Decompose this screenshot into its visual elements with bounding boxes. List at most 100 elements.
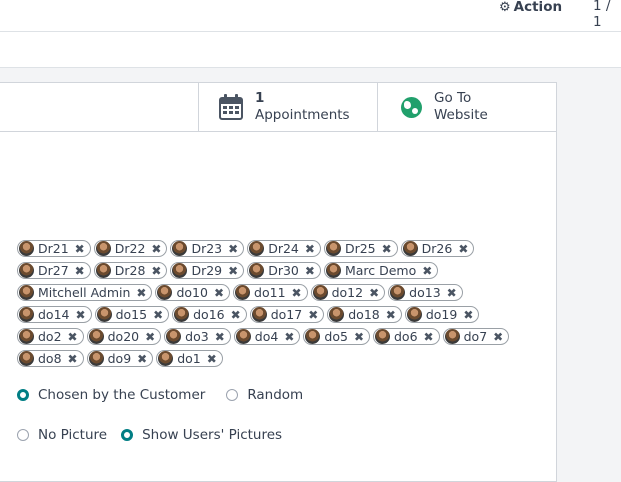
user-tag[interactable]: do19 ✖ — [404, 306, 480, 323]
user-tag-label: do15 — [115, 307, 148, 322]
appointments-count: 1 — [255, 90, 265, 106]
show-pictures-option[interactable]: Show Users' Pictures — [121, 427, 282, 443]
remove-tag-icon[interactable]: ✖ — [136, 286, 146, 300]
user-tag-label: do20 — [107, 329, 140, 344]
remove-tag-icon[interactable]: ✖ — [308, 308, 318, 322]
user-tag[interactable]: do5 ✖ — [303, 328, 370, 345]
gear-icon: ⚙ — [499, 0, 511, 15]
remove-tag-icon[interactable]: ✖ — [458, 242, 468, 256]
user-tag[interactable]: do16 ✖ — [172, 306, 247, 323]
user-tag[interactable]: do12 ✖ — [310, 284, 386, 301]
user-tag-label: Mitchell Admin — [38, 285, 131, 300]
assign-customer-option[interactable]: Chosen by the Customer — [17, 387, 205, 403]
assignment-method-group: Chosen by the Customer Random — [17, 387, 303, 403]
user-tag[interactable]: do3 ✖ — [164, 328, 231, 345]
user-tag[interactable]: do20 ✖ — [86, 328, 162, 345]
radio-chosen-by-customer[interactable] — [17, 389, 29, 401]
remove-tag-icon[interactable]: ✖ — [153, 308, 163, 322]
radio-show-pictures[interactable] — [121, 429, 134, 441]
user-tag[interactable]: do8 ✖ — [17, 350, 84, 367]
user-tag[interactable]: Dr29 ✖ — [170, 262, 245, 279]
user-tag[interactable]: do14 ✖ — [17, 306, 92, 323]
remove-tag-icon[interactable]: ✖ — [292, 286, 302, 300]
action-button[interactable]: ⚙ Action — [499, 0, 562, 16]
avatar — [329, 307, 345, 322]
remove-tag-icon[interactable]: ✖ — [422, 264, 432, 278]
calendar-icon — [219, 94, 243, 120]
user-tag[interactable]: do10 ✖ — [155, 284, 231, 301]
remove-tag-icon[interactable]: ✖ — [145, 330, 155, 344]
remove-tag-icon[interactable]: ✖ — [386, 308, 396, 322]
user-tag[interactable]: do1 ✖ — [156, 350, 223, 367]
user-tag[interactable]: do15 ✖ — [94, 306, 170, 323]
radio-no-picture[interactable] — [17, 429, 29, 441]
remove-tag-icon[interactable]: ✖ — [382, 242, 392, 256]
user-tag[interactable]: Dr30 ✖ — [247, 262, 321, 279]
remove-tag-icon[interactable]: ✖ — [228, 264, 238, 278]
avatar — [19, 307, 34, 322]
remove-tag-icon[interactable]: ✖ — [305, 242, 315, 256]
remove-tag-icon[interactable]: ✖ — [284, 330, 294, 344]
picture-group: No Picture Show Users' Pictures — [17, 427, 282, 443]
assign-random-option[interactable]: Random — [226, 387, 303, 403]
no-picture-option[interactable]: No Picture — [17, 427, 107, 443]
remove-tag-icon[interactable]: ✖ — [369, 286, 379, 300]
user-tag[interactable]: Dr28 ✖ — [93, 262, 168, 279]
remove-tag-icon[interactable]: ✖ — [305, 264, 315, 278]
user-tag[interactable]: do17 ✖ — [249, 306, 325, 323]
user-tag[interactable]: do7 ✖ — [442, 328, 510, 345]
user-tag[interactable]: Dr21 ✖ — [17, 240, 91, 257]
remove-tag-icon[interactable]: ✖ — [231, 308, 241, 322]
remove-tag-icon[interactable]: ✖ — [76, 308, 86, 322]
remove-tag-icon[interactable]: ✖ — [151, 242, 161, 256]
user-tag[interactable]: Dr27 ✖ — [17, 262, 91, 279]
remove-tag-icon[interactable]: ✖ — [75, 242, 85, 256]
user-tag-label: do10 — [176, 285, 208, 300]
remove-tag-icon[interactable]: ✖ — [151, 264, 161, 278]
user-tag[interactable]: Dr25 ✖ — [323, 240, 398, 257]
remove-tag-icon[interactable]: ✖ — [447, 286, 457, 300]
remove-tag-icon[interactable]: ✖ — [214, 286, 224, 300]
user-tag[interactable]: do9 ✖ — [86, 350, 154, 367]
appointments-label: Appointments — [255, 107, 350, 123]
user-tag-label: do12 — [331, 285, 364, 300]
remove-tag-icon[interactable]: ✖ — [493, 330, 503, 344]
user-tag[interactable]: Dr24 ✖ — [247, 240, 321, 257]
go-to-website-button[interactable]: Go To Website — [377, 83, 557, 131]
avatar — [157, 285, 173, 300]
user-tag[interactable]: do2 ✖ — [17, 328, 84, 345]
user-tag[interactable]: do18 ✖ — [327, 306, 402, 323]
user-tag[interactable]: do11 ✖ — [233, 284, 308, 301]
radio-random[interactable] — [226, 389, 239, 401]
assign-customer-label: Chosen by the Customer — [38, 387, 206, 403]
remove-tag-icon[interactable]: ✖ — [228, 242, 238, 256]
remove-tag-icon[interactable]: ✖ — [68, 352, 78, 366]
remove-tag-icon[interactable]: ✖ — [137, 352, 147, 366]
remove-tag-icon[interactable]: ✖ — [68, 330, 78, 344]
appointments-smart-button[interactable]: 1 Appointments — [198, 83, 378, 131]
user-tag[interactable]: Dr23 ✖ — [170, 240, 245, 257]
user-tag[interactable]: Marc Demo ✖ — [323, 262, 439, 279]
user-tag-label: do3 — [185, 329, 209, 344]
remove-tag-icon[interactable]: ✖ — [463, 308, 473, 322]
avatar — [375, 329, 390, 344]
assign-random-label: Random — [247, 387, 304, 403]
user-tag[interactable]: do6 ✖ — [373, 328, 440, 345]
remove-tag-icon[interactable]: ✖ — [75, 264, 85, 278]
remove-tag-icon[interactable]: ✖ — [354, 330, 364, 344]
remove-tag-icon[interactable]: ✖ — [424, 330, 434, 344]
avatar — [235, 329, 251, 344]
user-tag[interactable]: Dr26 ✖ — [400, 240, 475, 257]
remove-tag-icon[interactable]: ✖ — [207, 352, 217, 366]
remove-tag-icon[interactable]: ✖ — [215, 330, 225, 344]
user-tag[interactable]: Dr22 ✖ — [93, 240, 168, 257]
avatar — [174, 307, 190, 322]
user-tag[interactable]: do13 ✖ — [388, 284, 463, 301]
avatar — [325, 241, 341, 256]
avatar — [95, 263, 111, 278]
user-tag[interactable]: do4 ✖ — [233, 328, 301, 345]
user-tag[interactable]: Mitchell Admin ✖ — [17, 284, 153, 301]
pager-value[interactable]: 1 / 1 — [593, 0, 621, 30]
avatar — [249, 263, 265, 278]
user-tag-label: do16 — [193, 307, 225, 322]
